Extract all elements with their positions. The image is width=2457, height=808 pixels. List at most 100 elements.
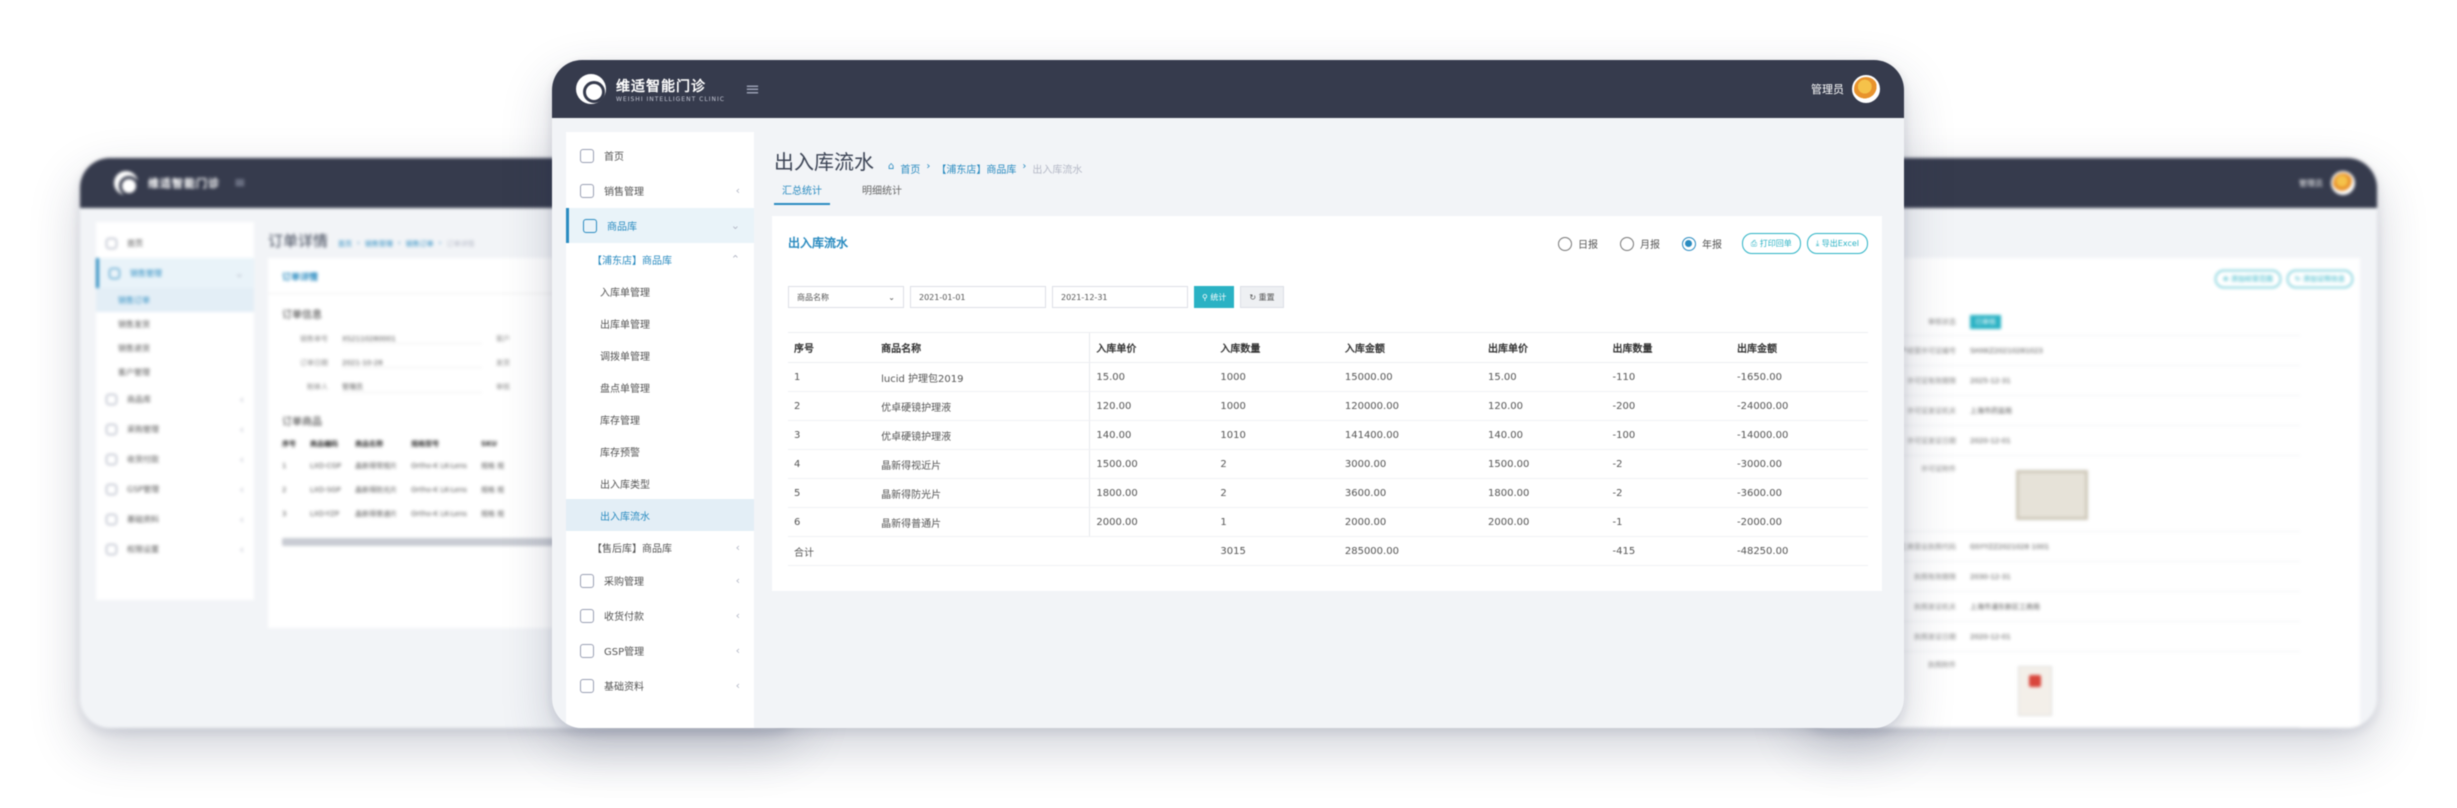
sidebar-subitem[interactable]: 销售退货 bbox=[96, 336, 254, 360]
sidebar-item[interactable]: 销售管理 ⌄ bbox=[96, 258, 254, 288]
sidebar-item[interactable]: 商品库 ‹ bbox=[96, 384, 254, 414]
sidebar-group-pudong[interactable]: 【浦东店】商品库 ⌃ bbox=[566, 243, 754, 275]
print-button[interactable]: ⎙ 打印回单 bbox=[1741, 233, 1801, 254]
table-row[interactable]: 4 晶新得视近片 1500.00 2 3000.00 1500.00 -2 -3000.00 bbox=[788, 449, 1868, 479]
table-cell: Ortho-K LK-Lens bbox=[411, 486, 467, 494]
column-header[interactable]: 商品名称 bbox=[875, 332, 1090, 363]
sidebar-item[interactable]: GSP管理 ‹ bbox=[566, 633, 754, 668]
date-from-input[interactable]: 2021-01-01 bbox=[910, 286, 1046, 308]
table-cell: 1500.00 bbox=[1089, 449, 1215, 479]
crumb[interactable]: 首页 bbox=[338, 239, 352, 249]
add-scope-button[interactable]: ⊕ 添加经营范围 bbox=[2214, 270, 2281, 288]
user-menu[interactable]: 管理员 bbox=[2299, 171, 2355, 195]
sidebar-subitem[interactable]: 销售发货 bbox=[96, 312, 254, 336]
date-to-input[interactable]: 2021-12-31 bbox=[1052, 286, 1188, 308]
field-label: 制单人 bbox=[307, 383, 328, 391]
user-menu[interactable]: 管理员 bbox=[1811, 75, 1880, 103]
table-total-row: 合计 3015 285000.00 -415 -48250.00 bbox=[788, 536, 1868, 566]
sidebar-item[interactable]: 商品库 ⌄ bbox=[566, 208, 754, 243]
user-name: 管理员 bbox=[2299, 178, 2323, 188]
sidebar-item[interactable]: 采购管理 ‹ bbox=[96, 414, 254, 444]
sidebar-subitem[interactable]: 入库单管理 bbox=[566, 275, 754, 307]
table-cell: 1 bbox=[282, 462, 287, 470]
avatar[interactable] bbox=[2331, 171, 2355, 195]
table-cell: 晶新得普通片 bbox=[875, 507, 1090, 537]
crumb[interactable]: 销售管理 bbox=[365, 239, 393, 249]
sidebar-subitem[interactable]: 调拨单管理 bbox=[566, 339, 754, 371]
crumb[interactable]: 销售订单 bbox=[406, 239, 434, 249]
column-header: SKU bbox=[480, 440, 497, 448]
menu-icon[interactable]: ≡ bbox=[234, 175, 246, 191]
column-header[interactable]: 入库单价 bbox=[1089, 332, 1215, 363]
radio-daily[interactable]: 日报 bbox=[1558, 236, 1598, 251]
menu-item-icon bbox=[109, 267, 120, 279]
tab-summary[interactable]: 汇总统计 bbox=[774, 176, 830, 205]
table-cell: 15000.00 bbox=[1338, 362, 1483, 392]
sidebar-item[interactable]: 基础资料 ‹ bbox=[566, 668, 754, 703]
column-header[interactable]: 入库金额 bbox=[1338, 332, 1483, 363]
attachment-thumbnail[interactable] bbox=[2018, 666, 2052, 716]
sidebar-item[interactable]: 基础资料 ‹ bbox=[96, 504, 254, 534]
table-row[interactable]: 3 LXD-YZP 晶新得普通片 Ortho-K LK-Lens 规格 规 bbox=[282, 502, 518, 526]
column-header[interactable]: 出库金额 bbox=[1730, 332, 1868, 363]
sidebar-group-aftersale[interactable]: 【售后库】商品库 ‹ bbox=[566, 531, 754, 563]
sidebar-item[interactable]: 首页 bbox=[96, 228, 254, 258]
table-row[interactable]: 1 LXD-CGP 晶新得常规片 Ortho-K LK-Lens 规格 规 bbox=[282, 454, 518, 478]
field-label: 订单日期 bbox=[300, 359, 328, 367]
sidebar-item[interactable]: 权限设置 ‹ bbox=[96, 534, 254, 564]
total-cell: 合计 bbox=[788, 536, 876, 566]
sidebar-subitem[interactable]: 库存预警 bbox=[566, 435, 754, 467]
chevron-icon: ‹ bbox=[239, 422, 244, 436]
sidebar-item[interactable]: 采购管理 ‹ bbox=[566, 563, 754, 598]
field-value: SHXKZ20210281023 bbox=[1970, 346, 2043, 355]
query-button[interactable]: ⚲ 统计 bbox=[1194, 286, 1235, 308]
total-cell bbox=[1089, 536, 1215, 566]
sidebar-subitem[interactable]: 出入库流水 bbox=[566, 499, 754, 531]
sidebar-item[interactable]: 销售管理 ‹ bbox=[566, 173, 754, 208]
column-header[interactable]: 出库单价 bbox=[1482, 332, 1607, 363]
column-header[interactable]: 序号 bbox=[788, 332, 876, 363]
sidebar-subitem[interactable]: 库存管理 bbox=[566, 403, 754, 435]
table-row[interactable]: 2 LXD-SGP 晶新得防光片 Ortho-K LK-Lens 规格 规 bbox=[282, 478, 518, 502]
sidebar-subitem[interactable]: 盘点单管理 bbox=[566, 371, 754, 403]
crumb[interactable]: 首页 bbox=[900, 161, 920, 176]
home-icon: ⌂ bbox=[888, 161, 895, 172]
crumb[interactable]: 【浦东店】商品库 bbox=[936, 161, 1016, 176]
sidebar-subitem[interactable]: 客户管理 bbox=[96, 360, 254, 384]
table-cell: 优卓硬镜护理液 bbox=[875, 420, 1090, 450]
crumb-current: 出入库流水 bbox=[1032, 165, 1083, 176]
sidebar-item-label: GSP管理 bbox=[604, 647, 645, 658]
table-row[interactable]: 3 优卓硬镜护理液 140.00 1010 141400.00 140.00 -100 -14… bbox=[788, 420, 1868, 450]
radio-yearly[interactable]: 年报 bbox=[1682, 236, 1722, 251]
sidebar-item[interactable]: GSP管理 ‹ bbox=[96, 474, 254, 504]
menu-icon[interactable]: ≡ bbox=[745, 79, 760, 100]
add-license-button[interactable]: ↻ 添加证照信息 bbox=[2286, 270, 2353, 288]
chevron-icon: ‹ bbox=[239, 392, 244, 406]
chevron-icon: ‹ bbox=[239, 452, 244, 466]
attachment-thumbnail[interactable] bbox=[2016, 470, 2088, 520]
avatar[interactable] bbox=[1852, 75, 1880, 103]
column-header[interactable]: 出库数量 bbox=[1606, 332, 1731, 363]
sidebar-subitem[interactable]: 出库单管理 bbox=[566, 307, 754, 339]
table-cell: 2 bbox=[282, 486, 287, 494]
sidebar-item[interactable]: 收货付款 ‹ bbox=[566, 598, 754, 633]
table-row[interactable]: 6 晶新得普通片 2000.00 1 2000.00 2000.00 -1 -2000.00 bbox=[788, 507, 1868, 537]
table-row[interactable]: 2 优卓硬镜护理液 120.00 1000 120000.00 120.00 -200 -24… bbox=[788, 391, 1868, 421]
radio-monthly[interactable]: 月报 bbox=[1620, 236, 1660, 251]
sidebar-item[interactable]: 收货付款 ‹ bbox=[96, 444, 254, 474]
table-row[interactable]: 1 lucid 护理包2019 15.00 1000 15000.00 15.00 -110… bbox=[788, 362, 1868, 392]
reset-button[interactable]: ↻ 重置 bbox=[1240, 286, 1284, 308]
export-excel-button[interactable]: ⤓ 导出Excel bbox=[1806, 233, 1868, 254]
product-name-select[interactable]: 商品名称 ⌄ bbox=[788, 286, 904, 308]
table-cell: lucid 护理包2019 bbox=[875, 362, 1090, 392]
column-header[interactable]: 入库数量 bbox=[1214, 332, 1339, 363]
sidebar-subitem[interactable]: 出入库类型 bbox=[566, 467, 754, 499]
table-cell: 2000.00 bbox=[1089, 507, 1215, 537]
tab-detail[interactable]: 明细统计 bbox=[854, 176, 910, 205]
menu-item-icon bbox=[106, 237, 117, 249]
sidebar-subitem[interactable]: 销售订单 bbox=[96, 288, 254, 312]
supplier-field-row: 执照发证日期 2020-12-01 bbox=[1860, 622, 2300, 652]
sidebar-item[interactable]: 首页 bbox=[566, 138, 754, 173]
table-row[interactable]: 5 晶新得防光片 1800.00 2 3600.00 1800.00 -2 -3600.00 bbox=[788, 478, 1868, 508]
table-cell: -2 bbox=[1606, 449, 1731, 479]
